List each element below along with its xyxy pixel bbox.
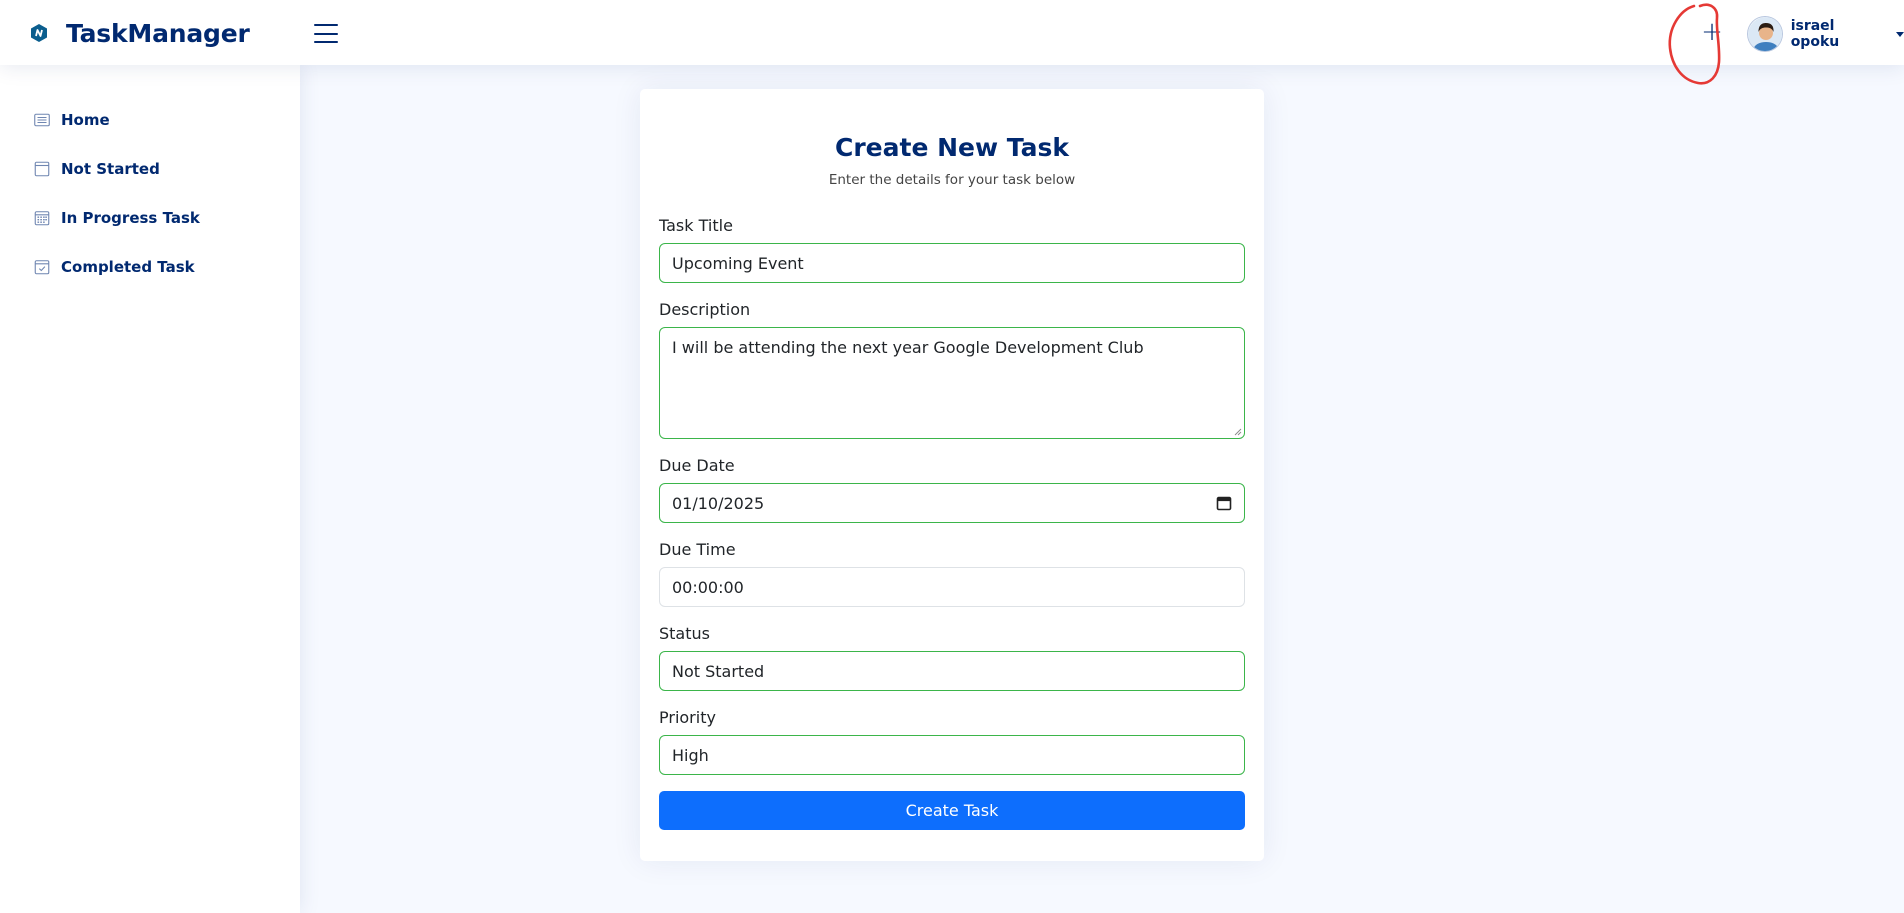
page-title: Create New Task [835, 133, 1069, 162]
status-select[interactable]: Not Started [659, 651, 1245, 691]
add-task-button[interactable]: + [1700, 17, 1724, 47]
due-date-input[interactable]: 01/10/2025 [659, 483, 1245, 523]
logo[interactable]: TaskManager [29, 17, 250, 49]
due-time-label: Due Time [659, 540, 736, 559]
task-title-input[interactable]: Upcoming Event [659, 243, 1245, 283]
profile-dropdown[interactable]: israel opoku [1747, 16, 1904, 52]
due-time-value: 00:00:00 [672, 577, 744, 597]
status-value: Not Started [672, 661, 765, 681]
sidebar-item-completed[interactable]: Completed Task [0, 242, 300, 291]
sidebar-item-home[interactable]: Home [0, 95, 300, 144]
priority-select[interactable]: High [659, 735, 1245, 775]
due-date-group: Due Date 01/10/2025 [659, 455, 1245, 523]
resize-handle-icon[interactable] [1234, 428, 1242, 436]
sidebar-item-label: Not Started [61, 159, 160, 178]
sidebar-item-label: In Progress Task [61, 208, 200, 227]
calendar-icon[interactable] [1216, 495, 1232, 511]
create-task-button[interactable]: Create Task [659, 791, 1245, 830]
description-textarea[interactable]: I will be attending the next year Google… [659, 327, 1245, 439]
priority-group: Priority High [659, 707, 1245, 775]
calendar-check-icon [34, 259, 50, 274]
status-group: Status Not Started [659, 623, 1245, 691]
sidebar: Home Not Started In Progress Task Comple… [0, 65, 300, 913]
due-date-value: 01/10/2025 [672, 493, 765, 513]
task-title-label: Task Title [659, 216, 733, 235]
task-title-value: Upcoming Event [672, 253, 804, 273]
calendar-grid-icon [34, 210, 50, 225]
priority-value: High [672, 745, 709, 765]
task-title-group: Task Title Upcoming Event [659, 215, 1245, 283]
top-header: TaskManager + israel opoku [0, 0, 1904, 85]
sidebar-item-label: Completed Task [61, 257, 195, 276]
window-icon [34, 161, 50, 176]
due-time-input[interactable]: 00:00:00 [659, 567, 1245, 607]
red-annotation-circle [1668, 3, 1721, 85]
sidebar-item-label: Home [61, 110, 110, 129]
description-label: Description [659, 300, 751, 319]
sidebar-item-in-progress[interactable]: In Progress Task [0, 193, 300, 242]
chevron-down-icon [1896, 31, 1904, 37]
avatar [1747, 16, 1783, 52]
priority-label: Priority [659, 708, 716, 727]
status-label: Status [659, 624, 710, 643]
menu-toggle-icon[interactable] [314, 24, 338, 44]
due-time-group: Due Time 00:00:00 [659, 539, 1245, 607]
create-task-card: Create New Task Enter the details for yo… [640, 89, 1264, 861]
profile-name: israel opoku [1790, 18, 1840, 50]
logo-text: TaskManager [66, 18, 250, 48]
sidebar-item-not-started[interactable]: Not Started [0, 144, 300, 193]
description-value: I will be attending the next year Google… [672, 338, 1144, 357]
description-group: Description I will be attending the next… [659, 299, 1245, 439]
logo-icon [29, 23, 49, 43]
due-date-label: Due Date [659, 456, 735, 475]
list-icon [34, 113, 50, 126]
page-subtitle: Enter the details for your task below [828, 172, 1076, 188]
